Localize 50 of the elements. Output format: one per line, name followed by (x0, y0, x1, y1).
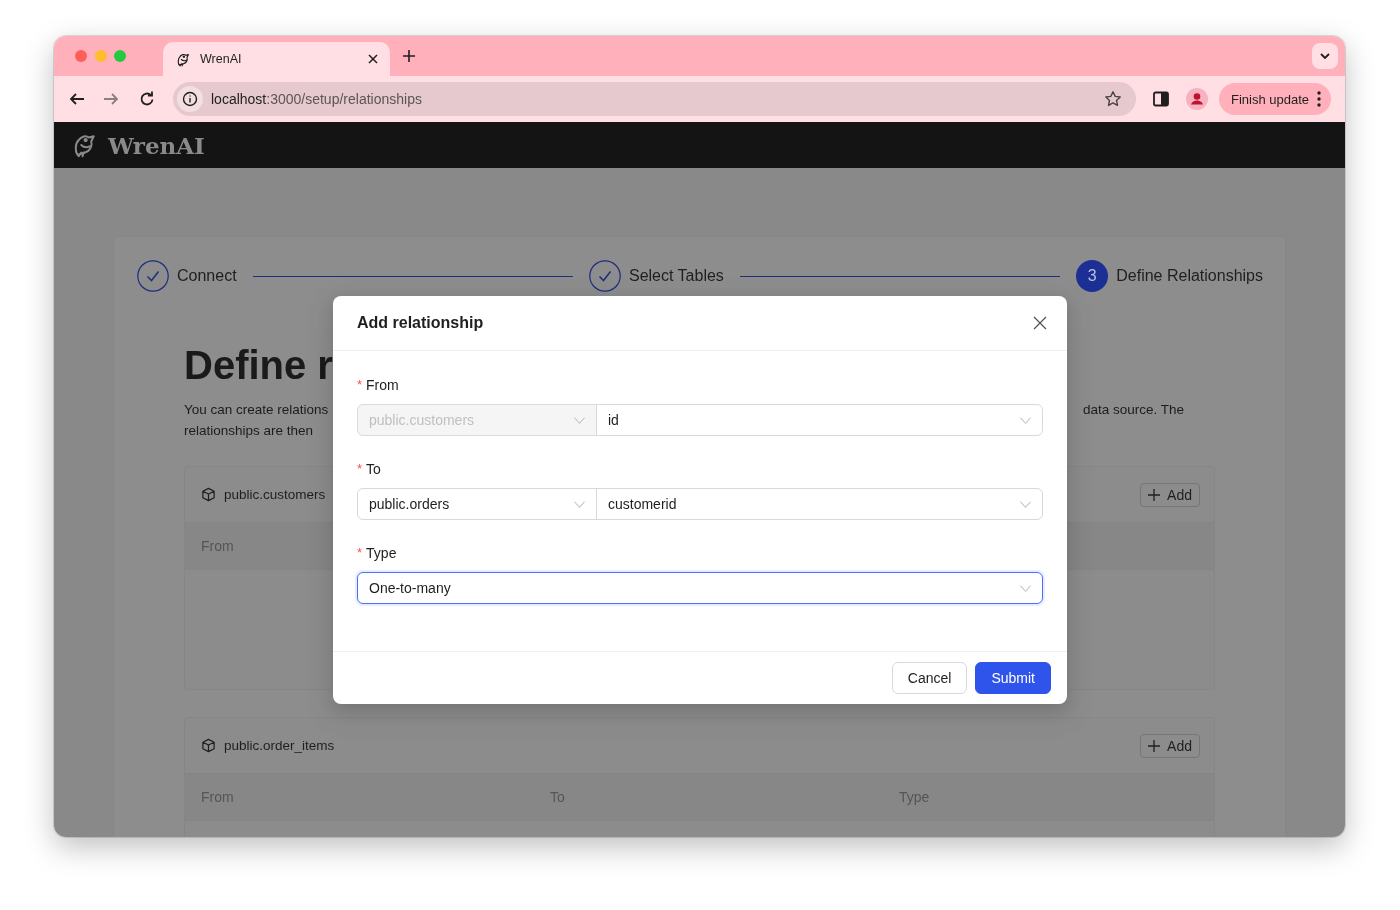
chevron-down-icon (1020, 584, 1031, 592)
select-field[interactable]: id (596, 404, 1043, 436)
field-label: Type (366, 544, 397, 563)
reload-icon[interactable] (138, 90, 156, 108)
select-field[interactable]: public.orders (357, 488, 597, 520)
chevron-down-icon (1020, 416, 1031, 424)
star-icon[interactable] (1104, 90, 1122, 108)
finish-update-button[interactable]: Finish update (1219, 83, 1332, 115)
dialog-title: Add relationship (357, 314, 484, 332)
info-icon[interactable] (182, 91, 198, 107)
step-label: Define Relationships (1116, 267, 1263, 285)
add-button[interactable]: Add (1140, 482, 1200, 507)
description-text: data source. The (1083, 401, 1186, 419)
required-mark: * (357, 544, 363, 562)
brand-name: WrenAI (108, 131, 205, 159)
chevron-down-icon (574, 416, 585, 424)
select-field[interactable]: customerid (596, 488, 1043, 520)
field-label: From (366, 376, 399, 395)
step-number: 3 (1076, 260, 1109, 292)
address-bar[interactable]: localhost:3000/setup/relationships (173, 82, 1136, 116)
browser-tab[interactable]: WrenAI (163, 42, 390, 76)
model-name: public.customers (224, 487, 326, 502)
plus-icon (1148, 739, 1161, 752)
more-icon[interactable] (1317, 91, 1322, 107)
sidebar-icon[interactable] (1153, 91, 1169, 107)
cancel-button[interactable]: Cancel (891, 662, 968, 694)
required-mark: * (357, 376, 363, 394)
cube-icon (201, 487, 216, 502)
field-label: To (366, 460, 381, 479)
chevron-down-icon (1319, 52, 1331, 60)
model-name: public.order_items (224, 738, 335, 753)
chevron-down-icon (574, 500, 585, 508)
select-field[interactable]: One-to-many (357, 572, 1043, 604)
description-text: relationships are then (184, 422, 315, 440)
tab-search-button[interactable] (1312, 43, 1338, 69)
step-label: Connect (177, 267, 237, 285)
page-heading: Define r (184, 342, 333, 389)
close-icon[interactable] (1033, 316, 1047, 330)
chevron-down-icon (1020, 500, 1031, 508)
cube-icon (201, 738, 216, 753)
url-text: localhost:3000/setup/relationships (211, 91, 422, 107)
submit-button[interactable]: Submit (975, 662, 1051, 694)
step-label: Select Tables (629, 267, 724, 285)
profile-icon[interactable] (1186, 88, 1208, 110)
description-text: You can create relations (184, 401, 330, 419)
plus-icon[interactable] (402, 49, 416, 63)
required-mark: * (357, 460, 363, 478)
close-icon[interactable] (368, 54, 378, 64)
plus-icon (1148, 488, 1161, 501)
add-button[interactable]: Add (1140, 733, 1200, 758)
